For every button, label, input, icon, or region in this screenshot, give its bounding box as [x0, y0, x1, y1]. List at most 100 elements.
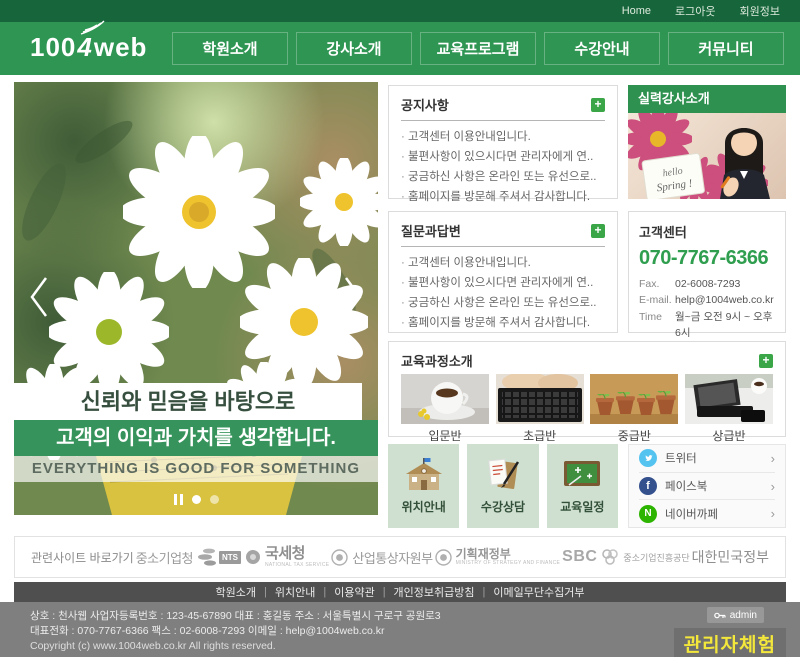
footer-link-location[interactable]: 위치안내: [275, 584, 315, 600]
mosf-emblem-icon: [435, 549, 452, 566]
qna-item[interactable]: 궁금하신 사항은 온라인 또는 유선으로..: [401, 293, 605, 313]
social-item-navercafe[interactable]: N 네이버까페 ›: [639, 499, 775, 527]
carousel-dot-1[interactable]: [192, 495, 201, 504]
fax-value: 02-6008-7293: [675, 276, 740, 292]
footer-links-bar: 학원소개 | 위치안내 | 이용약관 | 개인정보취급방침 | 이메일무단수집거…: [14, 582, 786, 602]
motie-emblem-icon: [331, 549, 348, 566]
nav-item-instructors[interactable]: 강사소개: [296, 32, 412, 65]
smba-logo-icon: [197, 548, 217, 566]
chevron-right-icon: ›: [771, 451, 775, 466]
partner-nts[interactable]: NTS 국세청 NATIONAL TAX SERVICE: [219, 546, 329, 568]
partner-gov[interactable]: 대한민국정부: [692, 547, 769, 567]
course-item-elementary[interactable]: 초급반: [496, 374, 584, 444]
quick-item-consult[interactable]: 수강상담: [467, 444, 538, 528]
customer-email-row: E-mail. help@1004web.co.kr: [639, 292, 775, 308]
chevron-right-icon: ›: [771, 479, 775, 494]
topbar-link-logout[interactable]: 로그아웃: [675, 3, 715, 19]
customer-center-box: 고객센터 070-7767-6366 Fax. 02-6008-7293 E-m…: [628, 211, 786, 333]
social-item-facebook[interactable]: f 페이스북 ›: [639, 472, 775, 500]
course-item-advanced[interactable]: 상급반: [685, 374, 773, 444]
social-label: 네이버까페: [665, 506, 718, 522]
nav-item-programs[interactable]: 교육프로그램: [420, 32, 536, 65]
course-label: 상급반: [685, 427, 773, 444]
admin-trial-button[interactable]: 관리자체험: [674, 628, 786, 657]
instructor-banner[interactable]: 실력강사소개 hello Spring !: [628, 85, 786, 199]
time-value: 월~금 오전 9시 ~ 오후 6시: [675, 309, 775, 342]
page: Home 로그아웃 회원정보 100 4 web 학원소개 강사소개 교육프로그…: [0, 0, 800, 657]
courses-title: 교육과정소개: [401, 351, 473, 370]
course-label: 초급반: [496, 427, 584, 444]
course-item-intermediate[interactable]: 중급반: [590, 374, 678, 444]
chalkboard-icon: [561, 458, 603, 492]
qna-item[interactable]: 홈페이지를 방문해 주셔서 감사합니다.: [401, 313, 605, 333]
nav-item-academy[interactable]: 학원소개: [172, 32, 288, 65]
footer-link-privacy[interactable]: 개인정보취급방침: [394, 584, 475, 600]
course-label: 중급반: [590, 427, 678, 444]
notice-more-button[interactable]: +: [591, 98, 605, 112]
time-label: Time: [639, 309, 675, 342]
notice-item[interactable]: 궁금하신 사항은 온라인 또는 유선으로..: [401, 167, 605, 187]
notice-title[interactable]: 공지사항: [401, 95, 449, 114]
naver-icon: N: [639, 505, 657, 523]
course-image-laptop: [685, 374, 773, 424]
chevron-right-icon: ›: [771, 506, 775, 521]
main-header: 100 4 web 학원소개 강사소개 교육프로그램 수강안내 커뮤니티: [0, 22, 800, 75]
hero-next-button[interactable]: [338, 274, 368, 320]
quick-item-schedule[interactable]: 교육일정: [547, 444, 618, 528]
instructor-banner-title: 실력강사소개: [628, 85, 786, 113]
customer-phone: 070-7767-6366: [639, 247, 775, 270]
customer-center-title: 고객센터: [639, 222, 775, 241]
quick-item-location[interactable]: 위치안내: [388, 444, 459, 528]
carousel-pause-button[interactable]: [174, 494, 183, 505]
social-item-twitter[interactable]: 트위터 ›: [639, 445, 775, 472]
social-box: 트위터 › f 페이스북 › N 네이버까페 ›: [628, 444, 786, 528]
courses-more-button[interactable]: +: [759, 354, 773, 368]
partner-sbc[interactable]: SBC 중소기업진흥공단: [562, 548, 690, 566]
qna-title[interactable]: 질문과답변: [401, 221, 461, 240]
twitter-icon: [639, 449, 657, 467]
hero-slogan-line3: EVERYTHING IS GOOD FOR SOMETHING: [14, 456, 378, 482]
wing-icon: [79, 20, 105, 36]
nav-item-community[interactable]: 커뮤니티: [668, 32, 784, 65]
courses-box: 교육과정소개 + 입문반: [388, 341, 786, 437]
topbar-link-memberinfo[interactable]: 회원정보: [740, 3, 780, 19]
partner-mosf[interactable]: 기획재정부 MINISTRY OF STRATEGY AND FINANCE: [435, 548, 561, 567]
admin-button[interactable]: admin: [707, 607, 764, 623]
quick-label: 위치안내: [402, 498, 446, 515]
carousel-controls: [14, 494, 378, 505]
sbc-flower-icon: [601, 549, 619, 565]
partner-smba[interactable]: 중소기업청: [136, 548, 217, 567]
topbar-link-home[interactable]: Home: [622, 5, 651, 17]
footer-copyright: Copyright (c) www.1004web.co.kr All righ…: [30, 640, 276, 652]
carousel-dot-2[interactable]: [210, 495, 219, 504]
nav-item-enrollment[interactable]: 수강안내: [544, 32, 660, 65]
main-nav: 학원소개 강사소개 교육프로그램 수강안내 커뮤니티: [172, 32, 784, 65]
hero-slogan-line2: 고객의 이익과 가치를 생각합니다.: [14, 420, 378, 456]
notice-item[interactable]: 고객센터 이용안내입니다.: [401, 127, 605, 147]
footer-link-academy[interactable]: 학원소개: [216, 584, 256, 600]
qna-item[interactable]: 불편사항이 있으시다면 관리자에게 연..: [401, 273, 605, 293]
social-label: 페이스북: [665, 478, 707, 494]
logo-text-3: web: [94, 32, 148, 63]
quick-label: 교육일정: [560, 498, 604, 515]
logo[interactable]: 100 4 web: [30, 32, 147, 63]
nts-badge: NTS: [219, 551, 241, 564]
notice-box: 공지사항 + 고객센터 이용안내입니다. 불편사항이 있으시다면 관리자에게 연…: [388, 85, 618, 199]
social-label: 트위터: [665, 450, 697, 466]
email-value: help@1004web.co.kr: [675, 292, 774, 308]
footer-link-terms[interactable]: 이용약관: [334, 584, 374, 600]
school-building-icon: [403, 458, 445, 492]
notice-item[interactable]: 홈페이지를 방문해 주셔서 감사합니다.: [401, 187, 605, 207]
course-item-beginner[interactable]: 입문반: [401, 374, 489, 444]
qna-item[interactable]: 고객센터 이용안내입니다.: [401, 253, 605, 273]
partner-motie[interactable]: 산업통상자원부: [331, 548, 432, 567]
hero-slider: 신뢰와 믿음을 바탕으로 고객의 이익과 가치를 생각합니다. EVERYTHI…: [14, 82, 378, 515]
instructor-person: [720, 128, 770, 199]
qna-more-button[interactable]: +: [591, 224, 605, 238]
footer-link-noemail[interactable]: 이메일무단수집거부: [493, 584, 584, 600]
notice-item[interactable]: 불편사항이 있으시다면 관리자에게 연..: [401, 147, 605, 167]
related-sites-shortcut[interactable]: 관련사이트 바로가기: [31, 549, 134, 566]
hero-prev-button[interactable]: [24, 274, 54, 320]
course-image-coffee: [401, 374, 489, 424]
footer-info-line2: 대표전화 : 070-7767-6366 팩스 : 02-6008-7293 이…: [30, 624, 441, 639]
